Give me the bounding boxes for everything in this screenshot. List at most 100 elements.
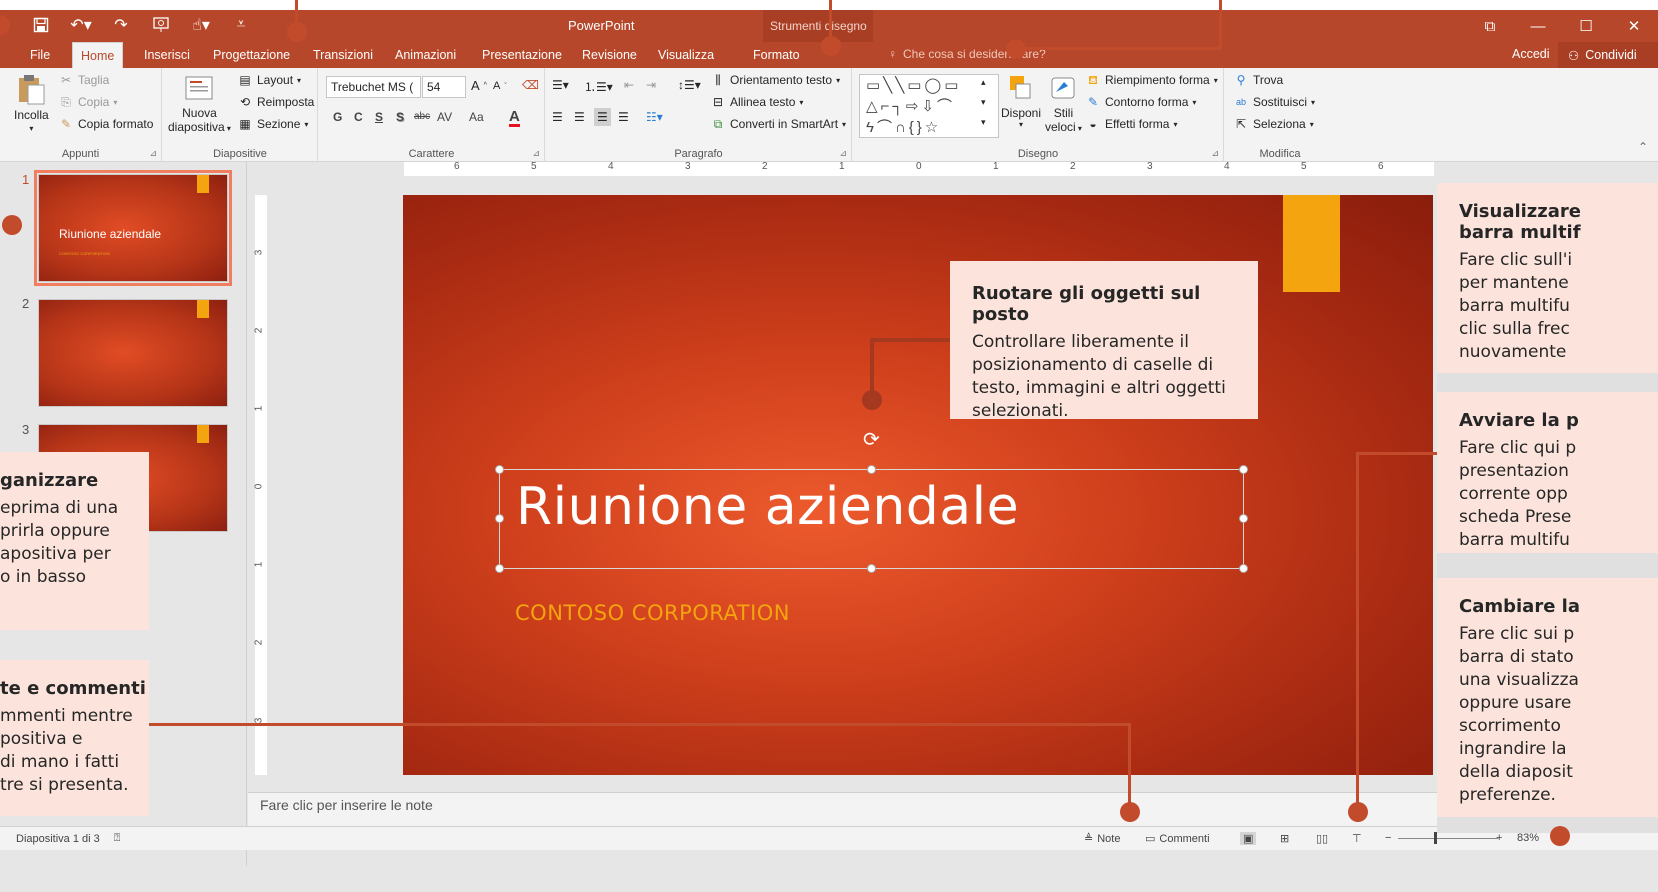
paragraph-launcher-icon[interactable]: ⊿ [839, 148, 847, 159]
increase-indent-icon[interactable]: ⇥ [646, 78, 656, 92]
zoom-in-icon[interactable]: + [1496, 832, 1502, 844]
tab-home[interactable]: Home [72, 42, 124, 68]
zoom-level[interactable]: 83% [1517, 832, 1539, 844]
numbering-icon[interactable]: ⒈☰▾ [584, 78, 613, 95]
callout-body: Fare clic qui p presentazion corrente op… [1459, 438, 1577, 550]
find-button[interactable]: ⚲ Trova [1233, 72, 1284, 88]
character-spacing-button[interactable]: AV [437, 110, 452, 124]
rotate-handle-icon[interactable]: ⟳ [863, 427, 880, 452]
tab-insert[interactable]: Inserisci [136, 42, 198, 68]
slide-subtitle[interactable]: CONTOSO CORPORATION [515, 601, 790, 625]
slide-sorter-icon[interactable]: ⊞ [1280, 832, 1289, 845]
customize-icon[interactable]: ⩡ [228, 13, 254, 37]
touch-mode-icon[interactable]: ☝▾ [188, 13, 214, 37]
arrange-button[interactable]: Disponi ▾ [1001, 72, 1041, 129]
slideshow-view-icon[interactable]: ⊤ [1352, 832, 1362, 845]
save-icon[interactable] [28, 13, 54, 37]
tab-view[interactable]: Visualizza [650, 42, 722, 68]
bullets-icon[interactable]: ☰▾ [552, 78, 569, 92]
tab-animations[interactable]: Animazioni [387, 42, 464, 68]
gallery-scroll-icon[interactable]: ▴ ▾ ▾ [981, 72, 986, 132]
redo-icon[interactable]: ↷ [108, 13, 134, 37]
share-button[interactable]: ⚇ Condividi [1558, 42, 1658, 68]
zoom-slider-track[interactable] [1398, 838, 1498, 839]
comments-toggle-button[interactable]: ▭ Commenti [1145, 832, 1210, 846]
thumbnail-slide-2[interactable] [38, 299, 228, 407]
zoom-slider-thumb[interactable] [1434, 832, 1437, 844]
close-icon[interactable]: ✕ [1610, 10, 1658, 42]
accessibility-icon[interactable]: ⍰ [114, 832, 121, 845]
change-case-button[interactable]: Aa [469, 110, 484, 124]
resize-handle[interactable] [495, 564, 504, 573]
resize-handle[interactable] [1239, 514, 1248, 523]
thumbnail-slide-1[interactable]: Riunione aziendale CONTOSO CORPORATION [34, 170, 232, 286]
zoom-out-icon[interactable]: − [1385, 832, 1391, 844]
normal-view-icon[interactable]: ▣ [1240, 832, 1257, 845]
line-spacing-icon[interactable]: ↕☰▾ [678, 78, 701, 92]
cut-button[interactable]: ✂ Taglia [58, 72, 109, 88]
reading-view-icon[interactable]: ▯▯ [1316, 832, 1328, 845]
resize-handle[interactable] [1239, 564, 1248, 573]
tab-transitions[interactable]: Transizioni [305, 42, 381, 68]
format-painter-button[interactable]: ✎ Copia formato [58, 116, 153, 132]
resize-handle[interactable] [495, 514, 504, 523]
replace-button[interactable]: ab Sostituisci ▾ [1233, 94, 1315, 110]
shrink-font-icon[interactable]: Aˇ [493, 80, 507, 92]
powerpoint-window: ↶▾ ↷ ☝▾ ⩡ PowerPoint Strumenti disegno ⧉… [0, 0, 1658, 892]
tab-file[interactable]: File [22, 42, 58, 68]
italic-button[interactable]: C [354, 110, 363, 124]
font-launcher-icon[interactable]: ⊿ [532, 148, 540, 159]
quick-styles-button[interactable]: Stili veloci ▾ [1045, 72, 1082, 134]
text-direction-button[interactable]: ⫼ Orientamento testo ▾ [710, 72, 840, 88]
resize-handle[interactable] [1239, 465, 1248, 474]
slide-canvas[interactable]: ⟳ Riunione aziendale CONTOSO CORPORATION [403, 195, 1433, 775]
undo-icon[interactable]: ↶▾ [68, 13, 94, 37]
clipboard-launcher-icon[interactable]: ⊿ [149, 148, 157, 159]
shapes-gallery[interactable]: ▭╲╲▭◯▭ △⌐┐⇨⇩⌒ ϟ⌒∩{}☆ [859, 74, 999, 138]
resize-handle[interactable] [867, 564, 876, 573]
font-size-select[interactable]: 54 [422, 76, 466, 98]
reset-button[interactable]: ⟲ Reimposta [237, 94, 314, 110]
decrease-indent-icon[interactable]: ⇤ [624, 78, 634, 92]
tab-slideshow[interactable]: Presentazione [474, 42, 570, 68]
sign-in-link[interactable]: Accedi [1512, 47, 1550, 61]
align-text-button[interactable]: ⊟ Allinea testo ▾ [710, 94, 803, 110]
resize-handle[interactable] [495, 465, 504, 474]
tab-design[interactable]: Progettazione [205, 42, 298, 68]
select-button[interactable]: ⇱ Seleziona ▾ [1233, 116, 1314, 132]
new-slide-button[interactable]: Nuova diapositiva ▾ [168, 72, 231, 134]
justify-icon[interactable]: ☰ [618, 110, 629, 124]
columns-icon[interactable]: ☷▾ [646, 110, 663, 124]
font-color-button[interactable]: A [509, 109, 520, 127]
underline-button[interactable]: S [375, 110, 383, 124]
bold-button[interactable]: G [333, 110, 342, 124]
strikethrough-button[interactable]: abc [414, 111, 430, 122]
clear-formatting-icon[interactable]: ⌫ [522, 78, 539, 92]
notes-placeholder: Fare clic per inserire le note [260, 797, 433, 813]
align-center-icon[interactable]: ☰ [574, 110, 585, 124]
maximize-icon[interactable]: ☐ [1562, 10, 1610, 42]
notes-toggle-button[interactable]: ≜ Note [1084, 832, 1120, 846]
shape-effects-button[interactable]: ◒ Effetti forma ▾ [1085, 116, 1177, 132]
shape-fill-button[interactable]: ⛾ Riempimento forma ▾ [1085, 72, 1218, 88]
drawing-launcher-icon[interactable]: ⊿ [1211, 148, 1219, 159]
grow-font-icon[interactable]: A ^ [471, 78, 487, 93]
presentation-start-icon[interactable] [148, 13, 174, 37]
resize-handle[interactable] [867, 465, 876, 474]
smartart-button[interactable]: ⧉ Converti in SmartArt ▾ [710, 116, 846, 132]
shape-outline-button[interactable]: ✎ Contorno forma ▾ [1085, 94, 1196, 110]
shadow-button[interactable]: S [396, 110, 404, 124]
collapse-ribbon-icon[interactable]: ⌃ [1638, 140, 1648, 154]
slide-title[interactable]: Riunione aziendale [516, 477, 1019, 537]
tab-format[interactable]: Formato [745, 42, 808, 68]
align-left-icon[interactable]: ☰ [552, 110, 563, 124]
align-right-icon[interactable]: ☰ [594, 108, 611, 126]
section-button[interactable]: ▦ Sezione ▾ [237, 116, 308, 132]
ribbon-display-options-icon[interactable]: ⧉ [1466, 10, 1514, 42]
layout-button[interactable]: ▤ Layout ▾ [237, 72, 301, 88]
tab-review[interactable]: Revisione [574, 42, 645, 68]
font-name-select[interactable]: Trebuchet MS ( [326, 76, 421, 98]
minimize-icon[interactable]: — [1514, 10, 1562, 42]
paste-button[interactable]: Incolla ▾ [14, 72, 49, 133]
copy-button[interactable]: ⎘ Copia ▾ [58, 94, 117, 110]
